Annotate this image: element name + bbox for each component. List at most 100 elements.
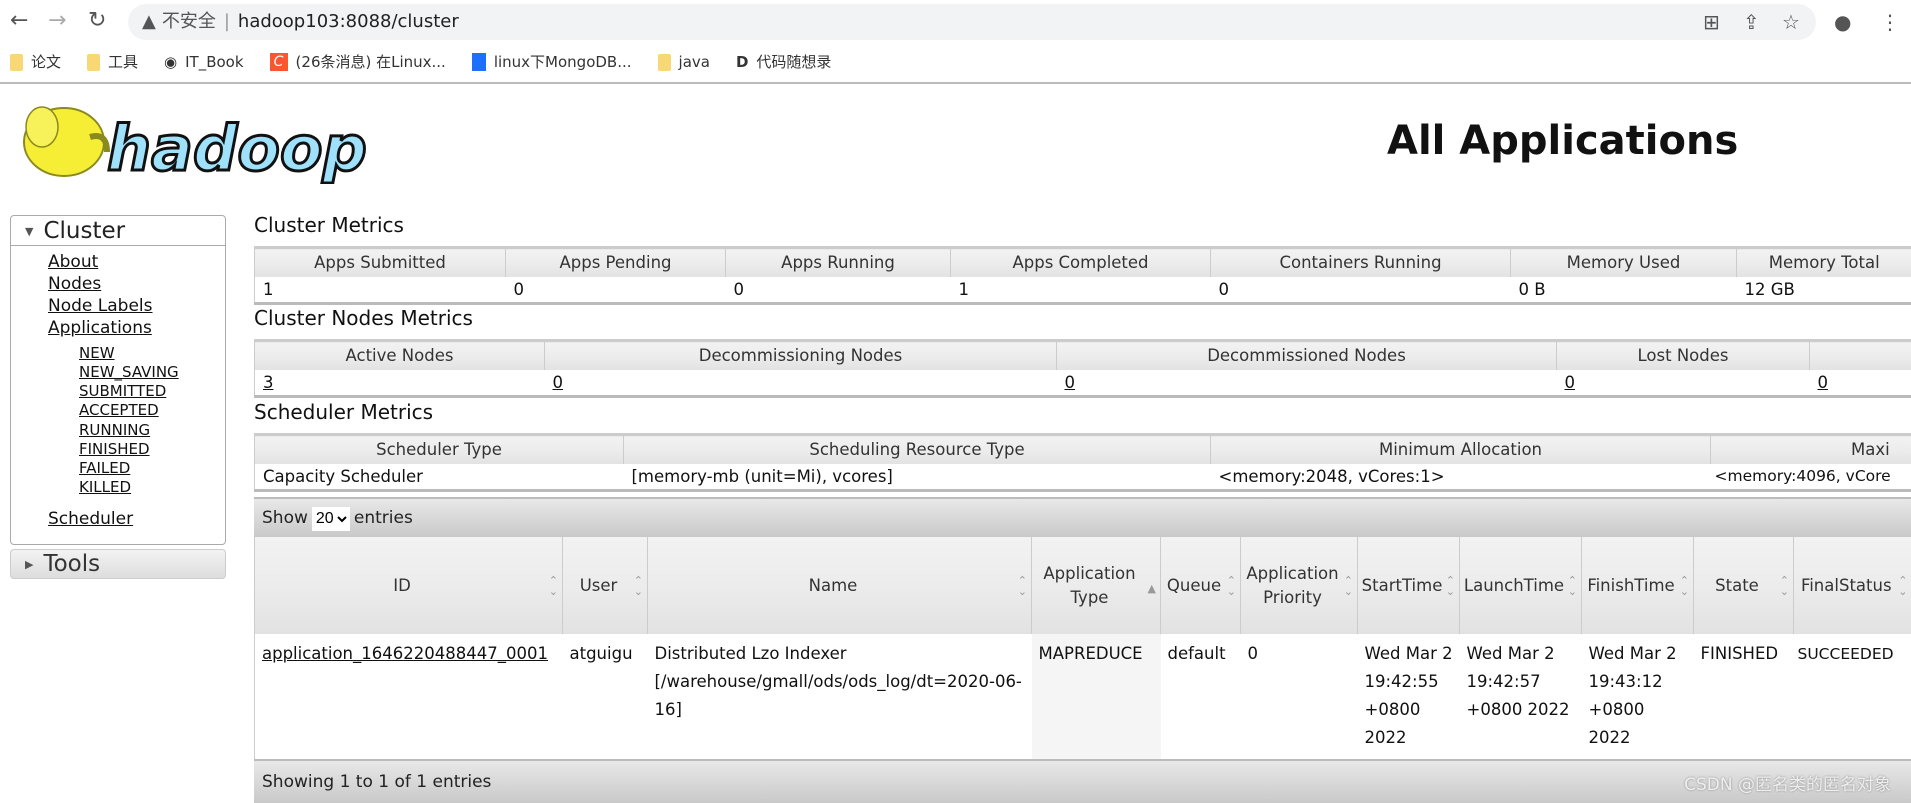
scheduler-value: <memory:2048, vCores:1> xyxy=(1210,463,1711,492)
profile-icon[interactable]: ● xyxy=(1834,10,1851,34)
col-header: Decommissioned Nodes xyxy=(1056,339,1557,370)
column-header-sort[interactable]: Application Priority ⌃ ⌄ xyxy=(1240,537,1358,634)
app-state-running[interactable]: RUNNING xyxy=(79,421,150,439)
nodes-metrics-table: Active Nodes Decommissioning Nodes Decommi… xyxy=(254,339,1911,398)
decommissioning-nodes-link[interactable]: 0 xyxy=(553,373,564,392)
page-size-select[interactable]: 20 xyxy=(311,506,350,531)
menu-icon[interactable]: ⋮ xyxy=(1880,10,1900,34)
bookmark[interactable]: C (26条消息) 在Linux... xyxy=(269,50,446,74)
bookmark-label: java xyxy=(678,53,710,71)
sidebar-item-node-labels[interactable]: Node Labels xyxy=(48,296,153,316)
column-header-sort[interactable]: FinishTime ⌃ ⌄ xyxy=(1581,537,1694,634)
url-text: hadoop103:8088/cluster xyxy=(237,11,459,32)
column-header-label: Name xyxy=(808,575,858,595)
app-state-finished[interactable]: FINISHED xyxy=(79,440,150,458)
col-header: Scheduler Type xyxy=(254,433,624,464)
cluster-metrics-table: Apps Submitted Apps Pending Apps Running Ap… xyxy=(254,246,1911,305)
active-nodes-link[interactable]: 3 xyxy=(263,373,274,392)
column-header-sort[interactable]: Name ⌃ ⌄ xyxy=(647,537,1032,634)
address-bar[interactable]: ▲ 不安全 | hadoop103:8088/cluster xyxy=(128,4,1816,40)
nodes-link[interactable]: 0 xyxy=(1818,373,1829,392)
app-state-killed[interactable]: KILLED xyxy=(79,478,131,496)
bookmark-label: 工具 xyxy=(108,53,139,71)
sidebar-item-applications[interactable]: Applications xyxy=(48,318,152,338)
bookmark[interactable]: 论文 xyxy=(10,50,61,74)
sort-both-icon: ⌃ ⌄ xyxy=(1779,574,1789,598)
priority-cell: 0 xyxy=(1247,644,1259,663)
start-time-cell: Wed Mar 2 19:42:55 +0800 2022 xyxy=(1364,644,1453,747)
share-icon[interactable]: ⇪ xyxy=(1743,10,1760,34)
nodes-metrics-title: Cluster Nodes Metrics xyxy=(254,306,473,330)
application-id-link[interactable]: application_1646220488447_0001 xyxy=(262,644,548,663)
column-header-sort[interactable]: ID ⌃ ⌄ xyxy=(254,537,563,634)
column-header-label: ID xyxy=(393,575,411,595)
watermark: CSDN @匿名类的匿名对象 xyxy=(1684,775,1891,795)
cluster-metrics-title: Cluster Metrics xyxy=(254,213,404,237)
user-cell: atguigu xyxy=(569,644,633,663)
metric-value: 0 xyxy=(725,276,951,305)
column-header-sort[interactable]: Application Type ▲ xyxy=(1031,537,1161,634)
column-header-label: FinishTime xyxy=(1587,575,1675,595)
column-header-sort[interactable]: User ⌃ ⌄ xyxy=(562,537,648,634)
bookmark[interactable]: linux下MongoDB... xyxy=(471,50,632,74)
metric-value: 1 xyxy=(254,276,506,305)
app-state-failed[interactable]: FAILED xyxy=(79,459,130,477)
hadoop-logo[interactable]: hadoop xyxy=(12,92,384,184)
column-header-sort[interactable]: StartTime ⌃ ⌄ xyxy=(1357,537,1460,634)
bookmark[interactable]: ◉ IT_Book xyxy=(164,50,244,74)
sidebar-item-about[interactable]: About xyxy=(48,252,98,272)
bookmark[interactable]: D 代码随想录 xyxy=(736,50,831,74)
app-state-submitted[interactable]: SUBMITTED xyxy=(79,382,166,400)
col-header: Active Nodes xyxy=(254,339,545,370)
state-cell: FINISHED xyxy=(1700,644,1779,663)
sort-both-icon: ⌃ ⌄ xyxy=(1343,574,1353,598)
triangle-right-icon: ▶ xyxy=(25,557,34,571)
forward-icon[interactable]: → xyxy=(48,8,66,33)
column-header-label: Application Type xyxy=(1043,563,1136,607)
site-icon: D xyxy=(735,53,749,71)
table-info-bar: Showing 1 to 1 of 1 entries xyxy=(254,759,1911,803)
bookmark[interactable]: 工具 xyxy=(87,50,138,74)
app-state-accepted[interactable]: ACCEPTED xyxy=(79,401,159,419)
metric-value: 0 xyxy=(1210,276,1511,305)
sort-both-icon: ⌃ ⌄ xyxy=(1679,574,1689,598)
bookmark-label: linux下MongoDB... xyxy=(493,53,632,71)
col-header: Maxi xyxy=(1710,433,1911,464)
application-type-cell: MAPREDUCE xyxy=(1031,634,1161,759)
col-header: Apps Completed xyxy=(950,246,1211,277)
column-header-label: LaunchTime xyxy=(1463,575,1565,595)
star-icon[interactable]: ☆ xyxy=(1782,10,1800,34)
column-header-sort[interactable]: FinalStatus ⌃ ⌄ xyxy=(1793,537,1911,634)
sidebar-item-nodes[interactable]: Nodes xyxy=(48,274,101,294)
metric-value: 0 B xyxy=(1510,276,1737,305)
column-header-sort[interactable]: State ⌃ ⌄ xyxy=(1693,537,1794,634)
sidebar-cluster: ▼ Cluster About Nodes Node Labels Applica… xyxy=(10,215,226,545)
decommissioned-nodes-link[interactable]: 0 xyxy=(1065,373,1076,392)
folder-icon xyxy=(10,53,23,71)
app-state-new-saving[interactable]: NEW_SAVING xyxy=(79,363,179,381)
sort-both-icon: ⌃ ⌄ xyxy=(548,574,558,598)
app-state-new[interactable]: NEW xyxy=(79,344,115,362)
folder-icon xyxy=(657,53,671,71)
bookmark[interactable]: java xyxy=(657,50,710,74)
column-header-sort[interactable]: LaunchTime ⌃ ⌄ xyxy=(1459,537,1582,634)
sidebar-tools[interactable]: ▶ Tools xyxy=(10,549,226,579)
back-icon[interactable]: ← xyxy=(10,8,28,33)
name-cell: Distributed Lzo Indexer [/warehouse/gmal… xyxy=(654,644,1022,719)
col-header: Apps Pending xyxy=(505,246,726,277)
metric-value: 12 GB xyxy=(1736,276,1911,305)
column-header-sort[interactable]: Queue ⌃ ⌄ xyxy=(1160,537,1241,634)
github-icon: ◉ xyxy=(164,53,178,71)
metric-value: 0 xyxy=(505,276,726,305)
sort-both-icon: ⌃ ⌄ xyxy=(1017,574,1027,598)
reload-icon[interactable]: ↻ xyxy=(88,8,106,33)
cluster-section-header[interactable]: ▼ Cluster xyxy=(11,216,225,246)
tools-label: Tools xyxy=(43,551,101,577)
sidebar-item-scheduler[interactable]: Scheduler xyxy=(48,509,133,529)
col-header: Minimum Allocation xyxy=(1210,433,1711,464)
column-header-label: FinalStatus xyxy=(1800,575,1892,595)
translate-icon[interactable]: ⊞ xyxy=(1703,10,1720,34)
scheduler-metrics-title: Scheduler Metrics xyxy=(254,400,434,424)
col-header: Scheduling Resource Type xyxy=(623,433,1211,464)
lost-nodes-link[interactable]: 0 xyxy=(1565,373,1576,392)
